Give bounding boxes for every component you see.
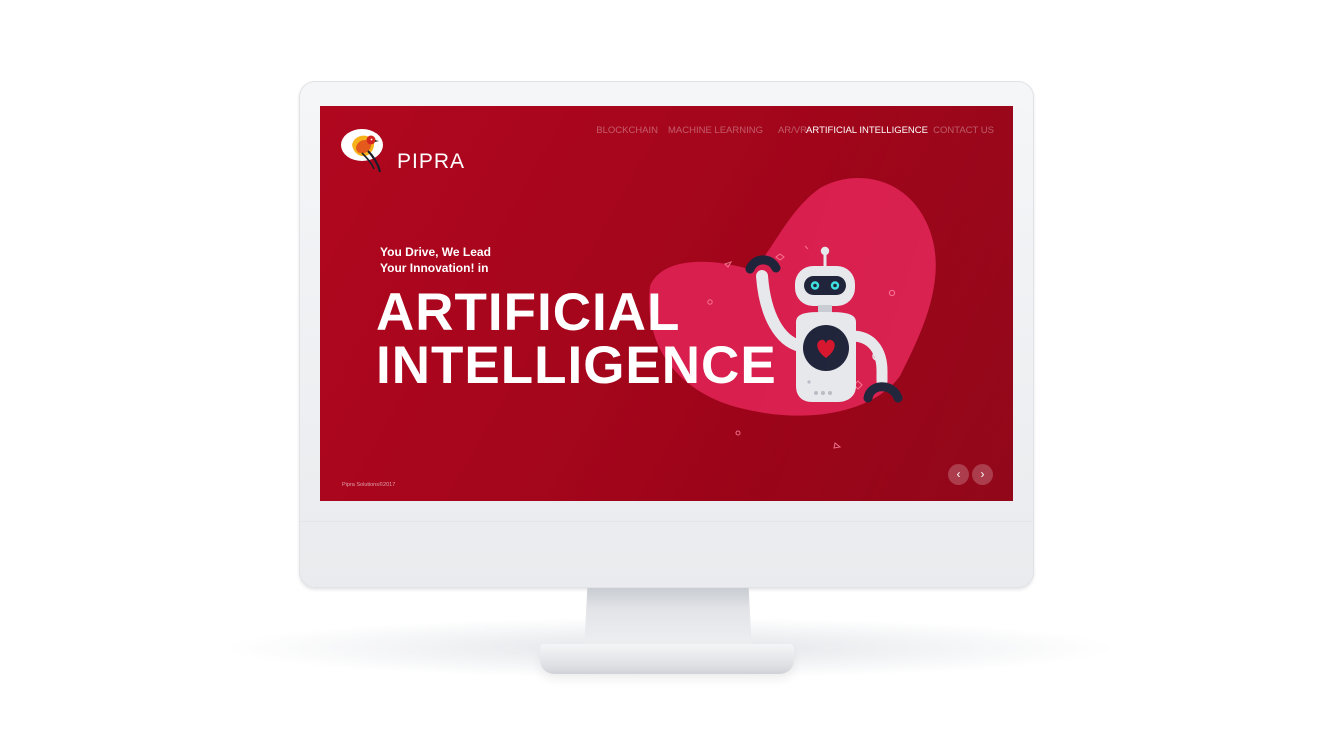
- slider-prev-button[interactable]: ‹: [948, 464, 969, 485]
- hero-headline: ARTIFICIAL INTELLIGENCE: [376, 286, 777, 392]
- chevron-left-icon: ‹: [956, 467, 961, 481]
- nav-item-artificial-intelligence[interactable]: ARTIFICIAL INTELLIGENCE: [806, 125, 928, 136]
- website-screen: PIPRA BLOCKCHAIN MACHINE LEARNING AR/VR …: [320, 106, 1013, 501]
- nav-item-machine-learning[interactable]: MACHINE LEARNING: [668, 125, 763, 136]
- tagline-line-2: Your Innovation! in: [380, 261, 489, 275]
- brand-logo[interactable]: PIPRA: [340, 125, 470, 175]
- chevron-right-icon: ›: [980, 467, 985, 481]
- slider-next-button[interactable]: ›: [972, 464, 993, 485]
- headline-line-1: ARTIFICIAL: [376, 283, 681, 342]
- footer-copyright: Pipra Solutions©2017: [342, 482, 396, 488]
- hero-tagline: You Drive, We Lead Your Innovation! in: [380, 244, 520, 276]
- brand-name: PIPRA: [397, 150, 466, 173]
- monitor-stand-base: [540, 644, 794, 674]
- headline-line-2: INTELLIGENCE: [376, 336, 777, 395]
- monitor-stand-neck: [584, 588, 752, 650]
- tagline-line-1: You Drive, We Lead: [380, 245, 491, 259]
- nav-item-contact-us[interactable]: CONTACT US: [933, 125, 994, 136]
- monitor-chin-divider: [299, 521, 1034, 522]
- bird-logo-icon: [341, 129, 383, 173]
- nav-item-blockchain[interactable]: BLOCKCHAIN: [596, 125, 658, 136]
- nav-item-ar-vr[interactable]: AR/VR: [778, 125, 807, 136]
